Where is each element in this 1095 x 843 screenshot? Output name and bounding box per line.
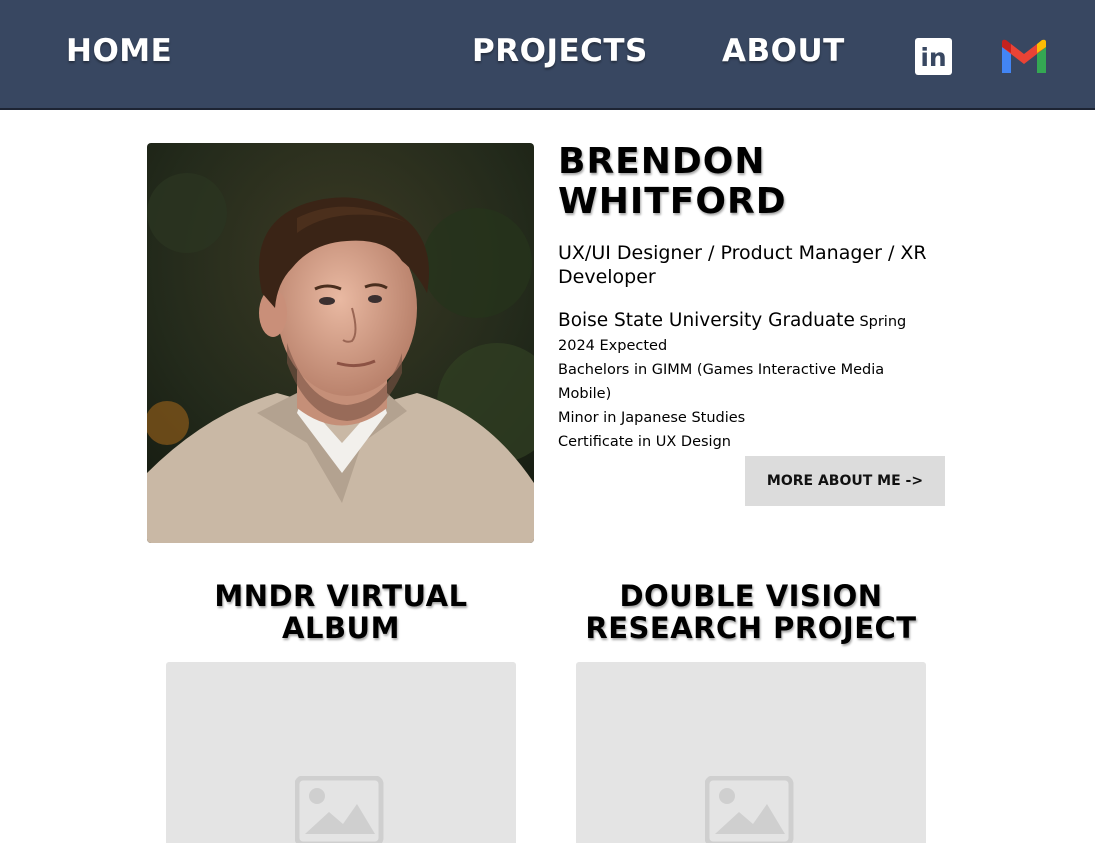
project-thumbnail[interactable]	[576, 662, 926, 843]
nav-about-link[interactable]: ABOUT	[722, 33, 845, 69]
certificate-text: Certificate in UX Design	[558, 434, 731, 450]
school-name: Boise State University Graduate	[558, 310, 855, 331]
image-placeholder-icon	[295, 776, 384, 843]
project-title[interactable]: DOUBLE VISION RESEARCH PROJECT	[571, 580, 931, 644]
profile-roles: UX/UI Designer / Product Manager / XR De…	[558, 242, 927, 288]
gmail-icon[interactable]	[999, 38, 1049, 76]
profile-photo	[147, 143, 534, 543]
image-placeholder-icon	[705, 776, 794, 843]
minor-text: Minor in Japanese Studies	[558, 410, 746, 426]
project-thumbnail[interactable]	[166, 662, 516, 843]
nav-home-link[interactable]: HOME	[66, 33, 172, 69]
more-about-me-button[interactable]: MORE ABOUT ME ->	[745, 456, 945, 506]
linkedin-icon-glyph: in	[920, 43, 947, 72]
profile-name: BRENDON WHITFORD	[558, 141, 787, 222]
degree-text: Bachelors in GIMM (Games Interactive Med…	[558, 362, 885, 402]
project-title[interactable]: MNDR VIRTUAL ALBUM	[161, 580, 521, 644]
top-nav-bar: HOME PROJECTS ABOUT in	[0, 0, 1095, 110]
linkedin-icon[interactable]: in	[915, 38, 952, 75]
education-block: Boise State University Graduate Spring 2…	[558, 309, 938, 454]
nav-projects-link[interactable]: PROJECTS	[472, 33, 648, 69]
